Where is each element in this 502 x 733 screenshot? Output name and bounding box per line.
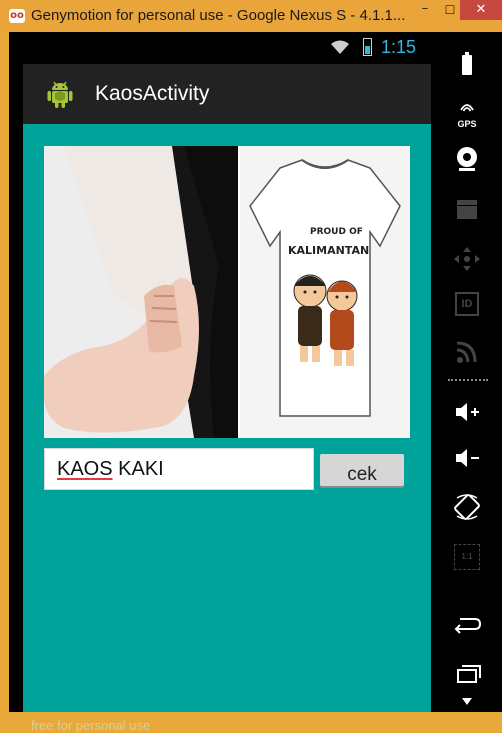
gps-label: GPS xyxy=(457,119,477,129)
svg-text:PROUD OF: PROUD OF xyxy=(310,227,363,237)
window-title-bar[interactable]: oo Genymotion for personal use - Google … xyxy=(0,0,502,32)
genymotion-control-panel: GPS ID 1:1 xyxy=(432,32,502,712)
scale-label: 1:1 xyxy=(454,544,480,570)
cek-button[interactable]: cek xyxy=(320,454,404,486)
dpad-icon[interactable] xyxy=(432,246,502,272)
back-icon[interactable] xyxy=(432,614,502,634)
activity-title: KaosActivity xyxy=(95,82,210,105)
input-value-word2: KAKI xyxy=(112,458,164,480)
svg-text:KALIMANTAN: KALIMANTAN xyxy=(288,244,369,257)
panel-divider xyxy=(448,379,488,381)
battery-icon[interactable] xyxy=(432,52,502,76)
search-input[interactable]: KAOS KAKI xyxy=(44,448,314,490)
action-bar: KaosActivity xyxy=(23,64,431,124)
scroll-down-icon[interactable] xyxy=(432,696,502,708)
recent-apps-icon[interactable] xyxy=(432,664,502,684)
close-button[interactable]: ✕ xyxy=(460,0,502,20)
input-value-word1: KAOS xyxy=(57,458,113,480)
product-image: PROUD OF KALIMANTAN xyxy=(44,146,410,438)
watermark-text: free for personal use xyxy=(31,718,151,733)
rss-icon[interactable] xyxy=(432,340,502,364)
clapperboard-icon[interactable] xyxy=(432,198,502,220)
battery-icon xyxy=(363,38,372,56)
scale-icon[interactable]: 1:1 xyxy=(432,544,502,570)
gps-signal-icon xyxy=(460,104,474,112)
maximize-button[interactable]: ☐ xyxy=(438,0,462,20)
volume-up-icon[interactable] xyxy=(432,400,502,424)
android-icon xyxy=(47,81,73,108)
gps-icon[interactable]: GPS xyxy=(432,100,502,129)
status-time: 1:15 xyxy=(381,37,417,57)
minimize-button[interactable]: – xyxy=(412,0,438,20)
window-frame-left xyxy=(0,32,9,718)
id-icon[interactable]: ID xyxy=(432,292,502,318)
emulator-screen: 1:15 KaosActivity PROUD OF KALIMANTAN KA… xyxy=(9,32,432,733)
window-title: Genymotion for personal use - Google Nex… xyxy=(31,7,406,24)
window-frame-bottom xyxy=(0,712,502,718)
sock-foot-photo xyxy=(44,146,238,438)
activity-content: PROUD OF KALIMANTAN KAOS KAKI cek free f… xyxy=(23,124,431,733)
status-bar: 1:15 xyxy=(9,32,432,64)
volume-down-icon[interactable] xyxy=(432,446,502,470)
genymotion-app-icon: oo xyxy=(9,9,25,23)
wifi-icon xyxy=(331,40,349,54)
tshirt-photo: PROUD OF KALIMANTAN xyxy=(240,146,410,438)
webcam-icon[interactable] xyxy=(432,146,502,172)
rotate-icon[interactable] xyxy=(432,494,502,520)
id-label: ID xyxy=(455,292,479,316)
